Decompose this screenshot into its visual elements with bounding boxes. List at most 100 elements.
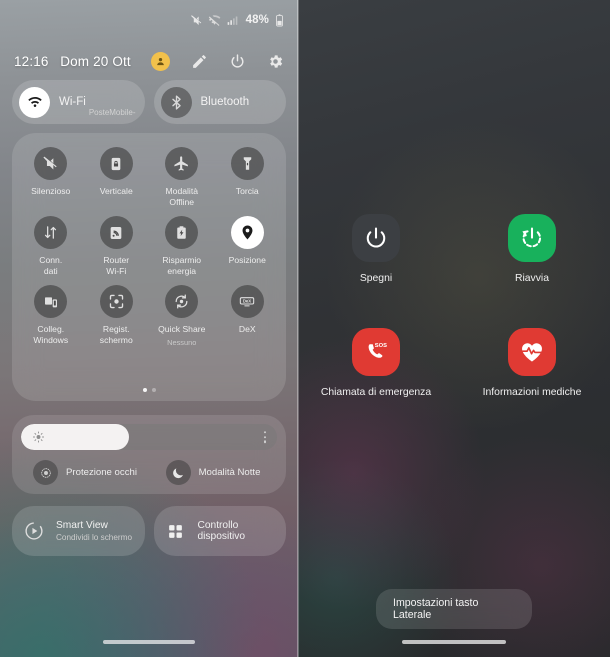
tile-router-wifi[interactable]: Router Wi-Fi: [84, 216, 150, 276]
tile-silenzioso-badge[interactable]: [34, 147, 68, 180]
smart-view-title: Smart View: [56, 520, 108, 531]
tile-conn-dati-badge[interactable]: [34, 216, 68, 249]
connectivity-row: Wi-Fi PosteMobile- Bluetooth: [12, 80, 286, 124]
night-mode-button[interactable]: Modalità Notte: [149, 460, 277, 485]
wifi-tile[interactable]: Wi-Fi PosteMobile-: [12, 80, 145, 124]
flashlight-icon: [243, 157, 251, 170]
tile-dex-badge[interactable]: DeX: [230, 285, 264, 318]
tile-risparmio-energia[interactable]: Risparmio energia: [149, 216, 215, 276]
device-control-tile[interactable]: Controllo dispositivo: [153, 506, 286, 556]
brightness-card: Protezione occhi Modalità Notte: [12, 415, 286, 494]
tile-dex[interactable]: DeX DeX: [215, 285, 281, 347]
bluetooth-tile[interactable]: Bluetooth: [153, 80, 286, 124]
power-icon: [366, 227, 386, 248]
battery-percent-label: 48%: [245, 14, 269, 26]
device-control-icon: [169, 524, 182, 538]
power-option-spegni[interactable]: Spegni: [298, 214, 454, 284]
signal-icon: [227, 15, 238, 25]
profile-avatar[interactable]: [151, 51, 170, 71]
eye-comfort-badge: [33, 460, 59, 485]
tile-verticale-badge[interactable]: [99, 147, 133, 180]
mobile-data-icon: [45, 226, 57, 239]
quick-settings-grid: Silenzioso Verticale Modalità Offline To…: [12, 133, 286, 401]
navigation-handle[interactable]: [103, 640, 195, 644]
device-control-title: Controllo dispositivo: [197, 520, 246, 542]
more-options-icon[interactable]: [263, 431, 266, 443]
power-option-chiamata-emergenza[interactable]: SOS Chiamata di emergenza: [298, 328, 454, 398]
tile-row: Conn. dati Router Wi-Fi Risparmio energi…: [18, 216, 280, 276]
tile-modalita-offline[interactable]: Modalità Offline: [149, 147, 215, 207]
tile-risparmio-energia-badge[interactable]: [165, 216, 199, 249]
power-icon[interactable]: [229, 53, 246, 70]
power-option-label: Chiamata di emergenza: [320, 387, 432, 398]
tile-colleg-windows-badge[interactable]: [34, 285, 68, 318]
tile-quick-share-badge[interactable]: [165, 285, 199, 318]
smart-view-tile[interactable]: Smart View Condividi lo schermo: [12, 506, 145, 556]
tile-router-wifi-badge[interactable]: [99, 216, 133, 249]
power-off-badge[interactable]: [352, 214, 400, 262]
page-dot[interactable]: [151, 388, 156, 392]
tile-label: Router Wi-Fi: [103, 255, 130, 276]
eye-comfort-shield-button[interactable]: Protezione occhi: [21, 460, 149, 485]
wifi-tile-text: Wi-Fi PosteMobile-: [59, 96, 138, 117]
wifi-tile-sublabel: PosteMobile-: [88, 107, 136, 117]
tile-posizione[interactable]: Posizione: [215, 216, 281, 276]
tile-conn-dati[interactable]: Conn. dati: [18, 216, 84, 276]
tile-torcia[interactable]: Torcia: [215, 147, 281, 207]
mute-icon: [190, 14, 201, 25]
tile-torcia-badge[interactable]: [230, 147, 264, 180]
brightness-icon: [32, 431, 45, 443]
power-menu-options: Spegni Riavvia SOS Chiamata di emergenza…: [298, 214, 610, 398]
status-bar: 48%: [0, 0, 298, 40]
tile-row: Colleg. Windows Regist. schermo Quick Sh…: [18, 285, 280, 347]
brightness-actions: Protezione occhi Modalità Notte: [21, 460, 277, 485]
bluetooth-tile-text: Bluetooth: [201, 96, 280, 109]
brightness-slider[interactable]: [21, 424, 277, 450]
page-dot[interactable]: [142, 388, 147, 392]
medical-heart-badge[interactable]: [508, 328, 556, 376]
tile-label: Colleg. Windows: [33, 324, 69, 345]
smart-view-subtitle: Condividi lo schermo: [56, 533, 132, 542]
tile-label: Conn. dati: [39, 255, 63, 276]
tile-verticale[interactable]: Verticale: [84, 147, 150, 207]
tile-silenzioso[interactable]: Silenzioso: [18, 147, 84, 207]
quick-settings-header: 12:16 Dom 20 Ott: [0, 48, 298, 74]
gear-icon[interactable]: [267, 53, 284, 70]
medical-heart-icon: [521, 343, 543, 362]
night-mode-badge: [165, 460, 191, 485]
restart-badge[interactable]: [508, 214, 556, 262]
pencil-icon[interactable]: [191, 53, 208, 70]
wifi-tile-badge[interactable]: [19, 86, 50, 118]
tile-colleg-windows[interactable]: Colleg. Windows: [18, 285, 84, 347]
link-to-windows-icon: [44, 296, 57, 307]
screen-recorder-icon: [109, 294, 123, 309]
side-key-settings-button[interactable]: Impostazioni tasto Laterale: [376, 589, 532, 629]
tile-regist-schermo-badge[interactable]: [99, 285, 133, 318]
navigation-handle[interactable]: [402, 640, 506, 644]
moon-icon: [173, 467, 184, 478]
tile-quick-share[interactable]: Quick Share Nessuno: [149, 285, 215, 347]
power-option-label: Informazioni mediche: [482, 387, 582, 398]
quick-share-icon: [175, 294, 188, 309]
tile-posizione-badge[interactable]: [230, 216, 264, 249]
bluetooth-tile-badge[interactable]: [160, 86, 192, 118]
tile-label: Posizione: [228, 255, 266, 265]
power-option-informazioni-mediche[interactable]: Informazioni mediche: [454, 328, 610, 398]
tile-modalita-offline-badge[interactable]: [165, 147, 199, 180]
bottom-tiles-row: Smart View Condividi lo schermo Controll…: [12, 506, 286, 556]
svg-text:SOS: SOS: [375, 343, 387, 349]
tile-regist-schermo[interactable]: Regist. schermo: [84, 285, 150, 347]
clock-label: 12:16: [14, 53, 49, 69]
sos-call-badge[interactable]: SOS: [352, 328, 400, 376]
battery-saver-icon: [177, 226, 186, 239]
tile-label: Torcia: [235, 186, 259, 196]
tile-label: Verticale: [99, 186, 133, 196]
smart-view-badge: [22, 519, 46, 543]
date-label: Dom 20 Ott: [60, 53, 131, 69]
header-action-group: [151, 51, 284, 71]
restart-icon: [522, 227, 542, 248]
night-mode-label: Modalità Notte: [198, 467, 261, 478]
tile-label: Regist. schermo: [99, 324, 133, 345]
power-option-riavvia[interactable]: Riavvia: [454, 214, 610, 284]
sos-call-icon: SOS: [368, 343, 387, 358]
